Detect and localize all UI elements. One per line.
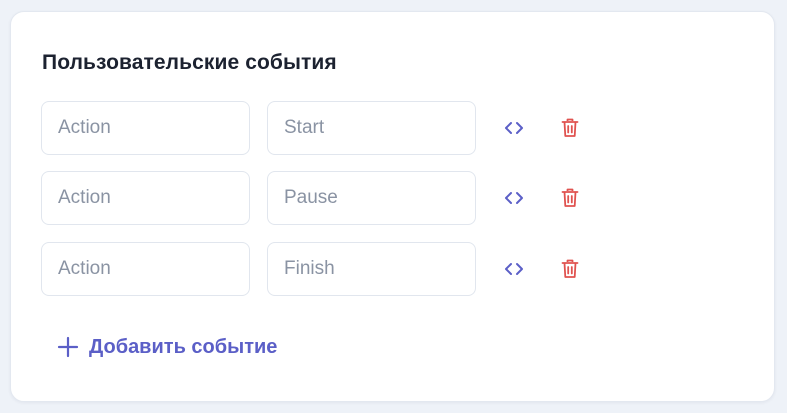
event-row [41,242,601,296]
event-name-input[interactable] [41,171,250,225]
code-button[interactable] [501,257,527,281]
trash-icon [561,259,579,278]
code-icon [505,192,523,204]
section-title: Пользовательские события [42,51,337,74]
add-event-button[interactable]: Добавить событие [57,334,277,360]
event-row [41,101,601,155]
event-name-input[interactable] [41,101,250,155]
trash-icon [561,118,579,137]
event-name-input[interactable] [41,242,250,296]
code-icon [505,122,523,134]
code-icon [505,263,523,275]
event-value-input[interactable] [267,101,476,155]
trash-icon [561,188,579,207]
delete-button[interactable] [557,116,583,140]
custom-events-card: Пользовательские события Action Start Ac… [10,11,775,402]
event-value-input[interactable] [267,242,476,296]
plus-icon [57,336,79,358]
add-event-label: Добавить событие [89,335,278,358]
delete-button[interactable] [557,257,583,281]
code-button[interactable] [501,186,527,210]
delete-button[interactable] [557,186,583,210]
event-row [41,171,601,225]
event-value-input[interactable] [267,171,476,225]
code-button[interactable] [501,116,527,140]
